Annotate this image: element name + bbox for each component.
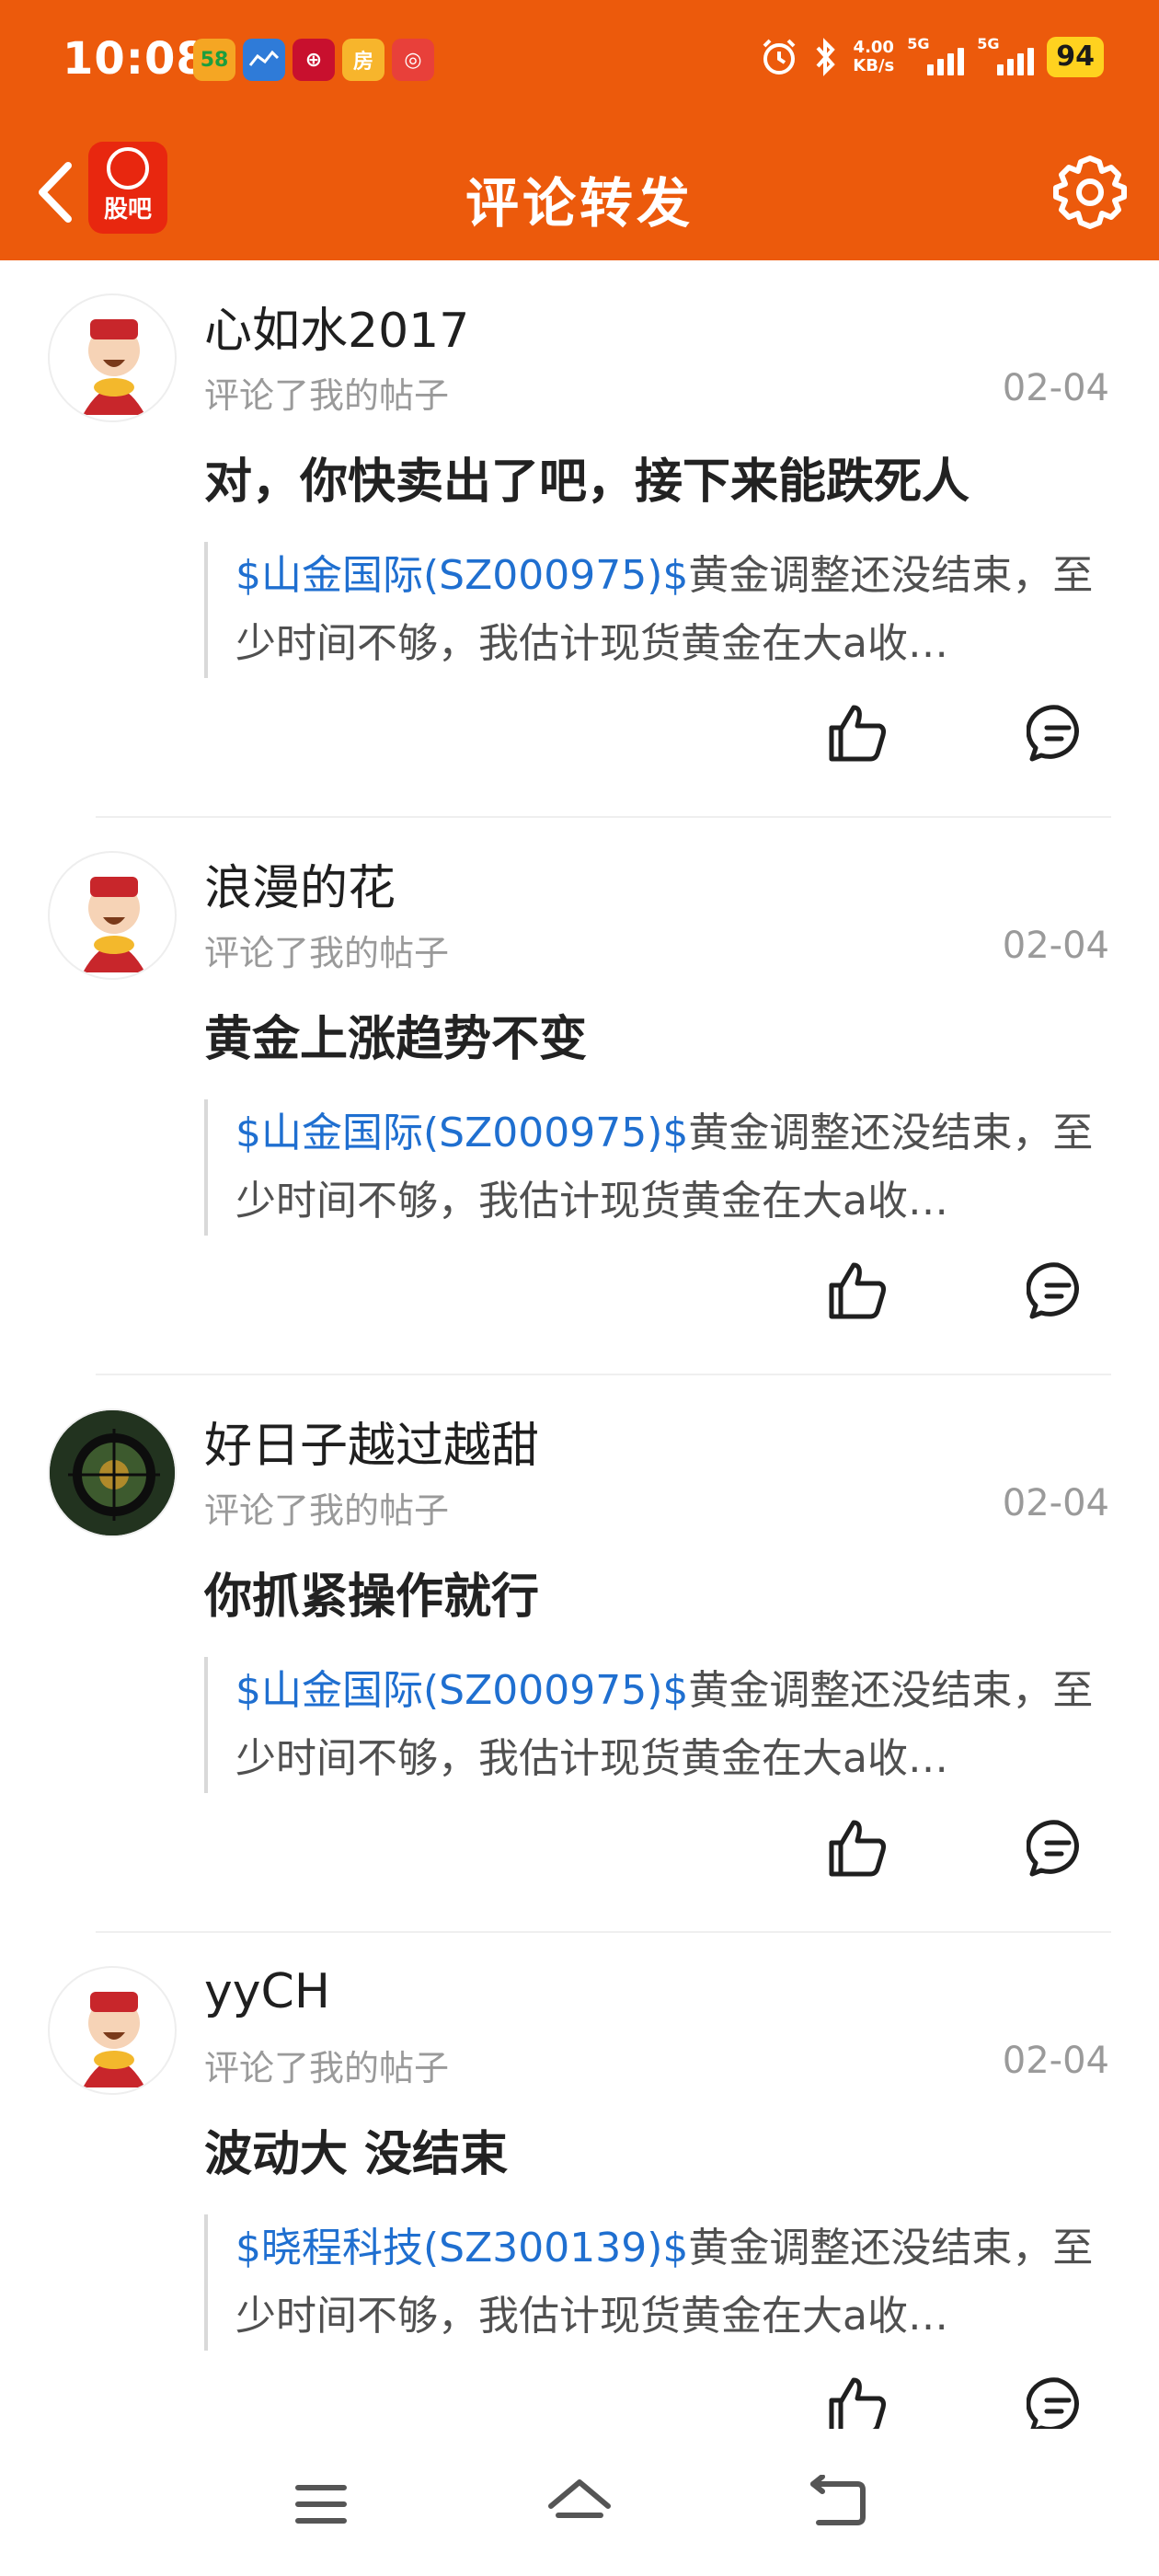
like-button[interactable] xyxy=(826,1817,889,1880)
comment-card[interactable]: 心如水2017 评论了我的帖子 02-04 对，你快卖出了吧，接下来能跌死人 $… xyxy=(0,260,1159,818)
comment-subtitle: 评论了我的帖子 xyxy=(204,1490,450,1531)
avatar[interactable] xyxy=(48,1409,177,1537)
stock-link[interactable]: $山金国际(SZ000975)$ xyxy=(235,552,688,599)
username[interactable]: 浪漫的花 xyxy=(204,849,396,918)
stock-link[interactable]: $晓程科技(SZ300139)$ xyxy=(235,2225,688,2271)
page-title: 评论转发 xyxy=(465,172,694,235)
comment-subtitle: 评论了我的帖子 xyxy=(204,2048,450,2088)
thumbs-up-icon xyxy=(829,1262,886,1319)
comment-text[interactable]: 对，你快卖出了吧，接下来能跌死人 xyxy=(204,443,970,512)
home-button[interactable] xyxy=(547,2475,612,2534)
home-icon xyxy=(548,2479,611,2518)
system-nav-bar xyxy=(0,2429,1159,2576)
comment-date: 02-04 xyxy=(1002,367,1109,409)
avatar[interactable] xyxy=(48,1966,177,2095)
reply-button[interactable] xyxy=(1026,1259,1089,1322)
notification-icons: 58 ⊕ 房 ◎ xyxy=(193,39,434,81)
comment-date: 02-04 xyxy=(1002,2040,1109,2082)
comment-bubble-icon xyxy=(1026,2377,1079,2434)
signal-2-label: 5G xyxy=(977,35,1000,52)
avatar[interactable] xyxy=(48,851,177,980)
status-bar: 10:08 58 ⊕ 房 ◎ 4.00 KB/s 5G 5G 94 xyxy=(0,0,1159,123)
like-button[interactable] xyxy=(826,702,889,765)
back-nav-button[interactable] xyxy=(806,2474,870,2534)
avatar[interactable] xyxy=(48,293,177,422)
comment-text[interactable]: 波动大 没结束 xyxy=(204,2115,508,2184)
caishen-avatar-icon xyxy=(83,319,145,415)
comment-bubble-icon xyxy=(1026,1820,1079,1877)
app-header: 股吧 评论转发 xyxy=(0,123,1159,260)
stock-link[interactable]: $山金国际(SZ000975)$ xyxy=(235,1110,688,1156)
net-speed-unit: KB/s xyxy=(853,56,895,75)
username[interactable]: 心如水2017 xyxy=(204,292,469,361)
battery-indicator: 94 xyxy=(1047,37,1104,77)
caishen-avatar-icon xyxy=(83,877,145,972)
comment-card[interactable]: 浪漫的花 评论了我的帖子 02-04 黄金上涨趋势不变 $山金国际(SZ0009… xyxy=(0,818,1159,1375)
status-time: 10:08 xyxy=(63,33,208,85)
back-arrow-icon xyxy=(810,2474,866,2525)
comment-card[interactable]: yyCH 评论了我的帖子 02-04 波动大 没结束 $晓程科技(SZ30013… xyxy=(0,1933,1159,2490)
scope-avatar-icon xyxy=(50,1410,175,1535)
comment-subtitle: 评论了我的帖子 xyxy=(204,375,450,416)
comment-text[interactable]: 你抓紧操作就行 xyxy=(204,1558,539,1627)
username[interactable]: 好日子越过越甜 xyxy=(204,1407,539,1476)
reply-button[interactable] xyxy=(1026,1817,1089,1880)
signal-1-label: 5G xyxy=(907,35,930,52)
map-app-icon xyxy=(243,39,285,81)
thumbs-up-icon xyxy=(829,705,886,762)
comment-bubble-icon xyxy=(1026,1262,1079,1319)
username[interactable]: yyCH xyxy=(204,1964,330,2019)
quoted-post[interactable]: $晓程科技(SZ300139)$黄金调整还没结束，至少时间不够，我估计现货黄金在… xyxy=(204,2214,1115,2351)
signal-1-icon: 5G xyxy=(907,35,965,75)
comment-text[interactable]: 黄金上涨趋势不变 xyxy=(204,1000,587,1069)
shop-app-icon: ◎ xyxy=(392,39,434,81)
caishen-avatar-icon xyxy=(83,1992,145,2087)
thumbs-up-icon xyxy=(829,2377,886,2434)
like-button[interactable] xyxy=(826,1259,889,1322)
comment-subtitle: 评论了我的帖子 xyxy=(204,933,450,973)
quoted-post[interactable]: $山金国际(SZ000975)$黄金调整还没结束，至少时间不够，我估计现货黄金在… xyxy=(204,1099,1115,1236)
settings-button[interactable] xyxy=(1050,153,1130,232)
like-button[interactable] xyxy=(826,2375,889,2437)
net-speed: 4.00 KB/s xyxy=(853,39,894,75)
bank-app-icon: ⊕ xyxy=(293,39,335,81)
quoted-post[interactable]: $山金国际(SZ000975)$黄金调整还没结束，至少时间不够，我估计现货黄金在… xyxy=(204,1657,1115,1793)
comment-card[interactable]: 好日子越过越甜 评论了我的帖子 02-04 你抓紧操作就行 $山金国际(SZ00… xyxy=(0,1375,1159,1933)
stock-link[interactable]: $山金国际(SZ000975)$ xyxy=(235,1667,688,1714)
comment-date: 02-04 xyxy=(1002,925,1109,967)
menu-button[interactable] xyxy=(289,2475,353,2534)
reply-button[interactable] xyxy=(1026,702,1089,765)
menu-icon xyxy=(295,2485,347,2524)
net-speed-value: 4.00 xyxy=(853,38,894,57)
alarm-icon xyxy=(763,39,796,75)
house-app-icon: 房 xyxy=(342,39,384,81)
58-app-icon: 58 xyxy=(193,39,235,81)
quoted-post[interactable]: $山金国际(SZ000975)$黄金调整还没结束，至少时间不够，我估计现货黄金在… xyxy=(204,542,1115,678)
comment-list: 心如水2017 评论了我的帖子 02-04 对，你快卖出了吧，接下来能跌死人 $… xyxy=(0,260,1159,2490)
gear-icon xyxy=(1053,155,1127,229)
thumbs-up-icon xyxy=(829,1820,886,1877)
reply-button[interactable] xyxy=(1026,2375,1089,2437)
comment-bubble-icon xyxy=(1026,705,1079,762)
top-bar: 10:08 58 ⊕ 房 ◎ 4.00 KB/s 5G 5G 94 股吧 评论转… xyxy=(0,0,1159,260)
bluetooth-icon xyxy=(816,38,836,76)
status-right: 4.00 KB/s 5G 5G 94 xyxy=(759,35,1104,77)
signal-2-icon: 5G xyxy=(977,35,1035,75)
comment-date: 02-04 xyxy=(1002,1482,1109,1524)
